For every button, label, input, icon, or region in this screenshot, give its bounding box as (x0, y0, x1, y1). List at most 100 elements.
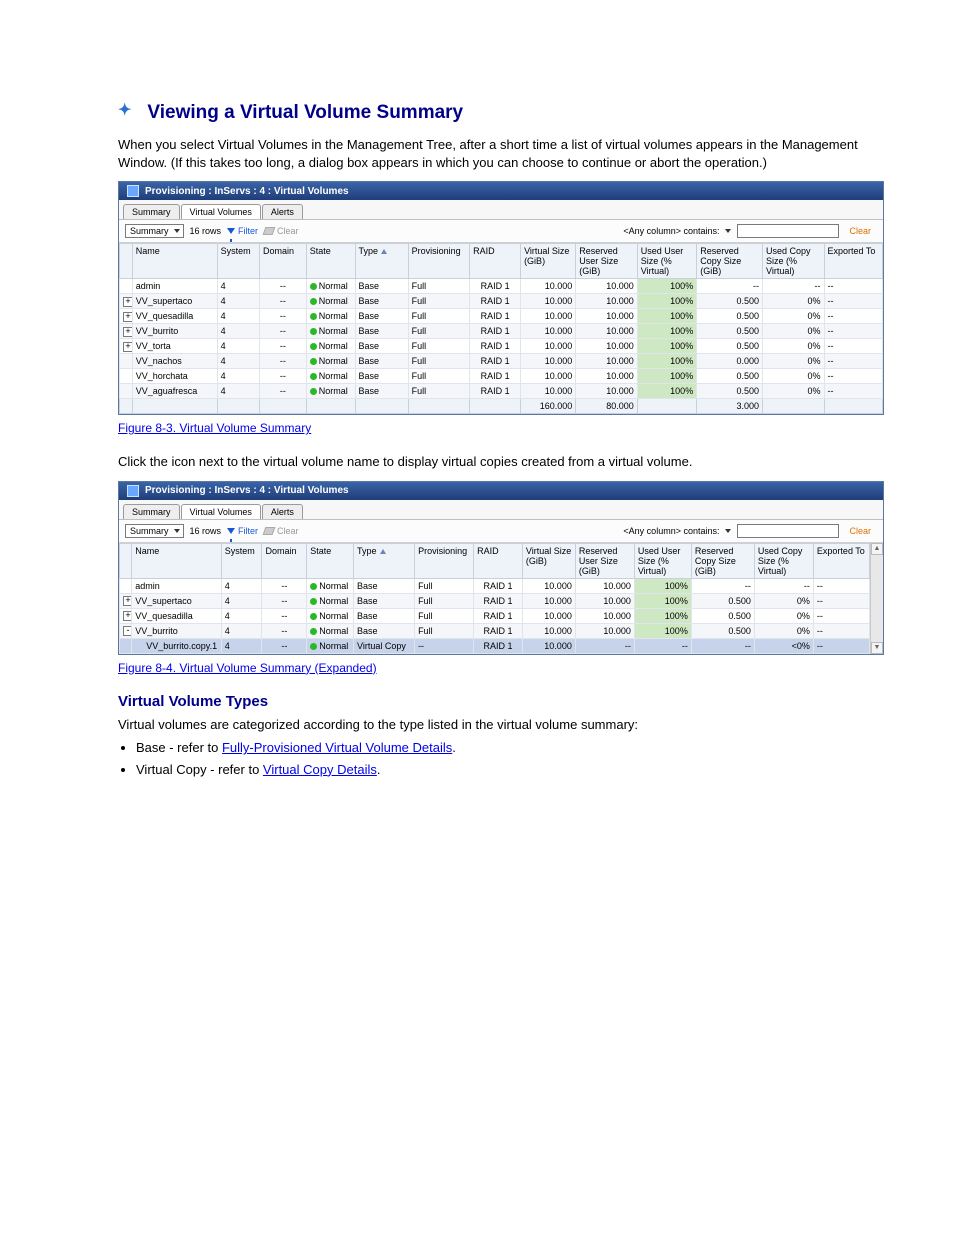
table-row[interactable]: -VV_burrito4--NormalBaseFullRAID 110.000… (120, 623, 870, 638)
status-normal-icon (310, 613, 317, 620)
filter-button[interactable]: Filter (227, 526, 258, 536)
clear-link[interactable]: Clear (843, 226, 877, 236)
eraser-icon (263, 527, 276, 535)
table-row[interactable]: VV_horchata4--NormalBaseFullRAID 110.000… (120, 369, 883, 384)
figure-caption: Figure 8-4. Virtual Volume Summary (Expa… (118, 661, 884, 675)
window-icon (127, 185, 139, 197)
table-row[interactable]: +VV_burrito4--NormalBaseFullRAID 110.000… (120, 324, 883, 339)
expand-icon[interactable]: + (123, 611, 132, 621)
col-header[interactable]: Used Copy Size (% Virtual) (754, 543, 813, 578)
tab-virtual-volumes[interactable]: Virtual Volumes (181, 504, 261, 519)
col-header[interactable]: Virtual Size (GiB) (521, 244, 576, 279)
table-row[interactable]: +VV_quesadilla4--NormalBaseFullRAID 110.… (120, 608, 870, 623)
col-header[interactable]: Virtual Size (GiB) (522, 543, 575, 578)
filter-button[interactable]: Filter (227, 226, 258, 236)
col-header[interactable]: Provisioning (415, 543, 474, 578)
anycol-filter: <Any column> contains: Clear (623, 524, 877, 538)
col-header[interactable]: Name (132, 543, 222, 578)
chevron-down-icon[interactable] (723, 226, 733, 236)
table-row[interactable]: +VV_quesadilla4--NormalBaseFullRAID 110.… (120, 309, 883, 324)
status-normal-icon (310, 358, 317, 365)
toolbar: Summary 16 rows Filter Clear <Any column… (119, 520, 883, 543)
col-header[interactable]: Reserved User Size (GiB) (576, 244, 638, 279)
tab-alerts[interactable]: Alerts (262, 204, 303, 219)
expand-icon[interactable]: + (123, 297, 132, 307)
anycol-filter: <Any column> contains: Clear (623, 224, 877, 238)
col-header[interactable]: Exported To (813, 543, 869, 578)
col-header[interactable]: Exported To (824, 244, 882, 279)
window-title: Provisioning : InServs : 4 : Virtual Vol… (145, 485, 349, 496)
heading-marker-icon: ✦ (118, 100, 131, 120)
funnel-icon (227, 528, 235, 534)
table-row[interactable]: admin4--NormalBaseFullRAID 110.00010.000… (120, 279, 883, 294)
col-header[interactable]: Used User Size (% Virtual) (637, 244, 696, 279)
col-header[interactable]: Reserved User Size (GiB) (575, 543, 634, 578)
doc-link[interactable]: Virtual Copy Details (263, 762, 377, 777)
scroll-down-icon[interactable]: ▼ (871, 642, 883, 654)
doc-link[interactable]: Fully-Provisioned Virtual Volume Details (222, 740, 452, 755)
tab-virtual-volumes[interactable]: Virtual Volumes (181, 204, 261, 219)
col-header[interactable]: Reserved Copy Size (GiB) (697, 244, 763, 279)
status-normal-icon (310, 643, 317, 650)
list-item: Base - refer to Fully-Provisioned Virtua… (136, 739, 884, 757)
screenshot-fig2: Provisioning : InServs : 4 : Virtual Vol… (118, 481, 884, 655)
scroll-up-icon[interactable]: ▲ (871, 543, 883, 555)
table-row[interactable]: VV_burrito.copy.14--NormalVirtual Copy--… (120, 638, 870, 653)
col-header[interactable]: Provisioning (408, 244, 470, 279)
col-header[interactable]: Domain (260, 244, 307, 279)
expand-icon[interactable]: + (123, 327, 132, 337)
table-row[interactable]: VV_aguafresca4--NormalBaseFullRAID 110.0… (120, 384, 883, 399)
clear-link[interactable]: Clear (843, 526, 877, 536)
tab-row: SummaryVirtual VolumesAlerts (119, 200, 883, 220)
expand-icon[interactable]: + (123, 596, 132, 606)
status-normal-icon (310, 343, 317, 350)
window-titlebar: Provisioning : InServs : 4 : Virtual Vol… (119, 482, 883, 500)
vv-table-fig2: NameSystemDomainStateTypeProvisioningRAI… (119, 543, 870, 654)
search-input[interactable] (737, 524, 839, 538)
col-header[interactable]: State (307, 543, 354, 578)
sort-asc-icon (381, 249, 387, 254)
status-normal-icon (310, 328, 317, 335)
view-dropdown[interactable]: Summary (125, 524, 184, 538)
col-header[interactable]: Used Copy Size (% Virtual) (762, 244, 824, 279)
status-normal-icon (310, 373, 317, 380)
col-header[interactable]: State (306, 244, 355, 279)
clear-button[interactable]: Clear (264, 526, 299, 536)
table-row[interactable]: +VV_supertaco4--NormalBaseFullRAID 110.0… (120, 294, 883, 309)
tab-row: SummaryVirtual VolumesAlerts (119, 500, 883, 520)
search-input[interactable] (737, 224, 839, 238)
table-row[interactable]: VV_nachos4--NormalBaseFullRAID 110.00010… (120, 354, 883, 369)
col-header[interactable]: RAID (470, 244, 521, 279)
vertical-scrollbar[interactable]: ▲ ▼ (870, 543, 883, 654)
window-title: Provisioning : InServs : 4 : Virtual Vol… (145, 186, 349, 197)
col-header[interactable]: Domain (262, 543, 307, 578)
section-heading: Virtual Volume Types (118, 693, 884, 710)
col-header[interactable]: RAID (474, 543, 523, 578)
intro-paragraph: When you select Virtual Volumes in the M… (118, 136, 884, 171)
expand-icon[interactable]: + (123, 312, 132, 322)
col-header[interactable]: Used User Size (% Virtual) (634, 543, 691, 578)
col-header[interactable]: System (217, 244, 259, 279)
tab-alerts[interactable]: Alerts (262, 504, 303, 519)
screenshot-fig1: Provisioning : InServs : 4 : Virtual Vol… (118, 181, 884, 415)
sort-asc-icon (380, 549, 386, 554)
collapse-icon[interactable]: - (123, 626, 132, 636)
expand-icon[interactable]: + (123, 342, 132, 352)
clear-button[interactable]: Clear (264, 226, 299, 236)
chevron-down-icon[interactable] (723, 526, 733, 536)
col-header[interactable]: Type (354, 543, 415, 578)
status-normal-icon (310, 298, 317, 305)
figure-caption: Figure 8-3. Virtual Volume Summary (118, 421, 884, 435)
col-header[interactable]: Reserved Copy Size (GiB) (691, 543, 754, 578)
tab-summary[interactable]: Summary (123, 204, 180, 219)
list-item: Virtual Copy - refer to Virtual Copy Det… (136, 761, 884, 779)
table-row[interactable]: admin4--NormalBaseFullRAID 110.00010.000… (120, 578, 870, 593)
col-header[interactable]: Name (132, 244, 217, 279)
col-header[interactable]: Type (355, 244, 408, 279)
tab-summary[interactable]: Summary (123, 504, 180, 519)
table-row[interactable]: +VV_torta4--NormalBaseFullRAID 110.00010… (120, 339, 883, 354)
table-row[interactable]: +VV_supertaco4--NormalBaseFullRAID 110.0… (120, 593, 870, 608)
view-dropdown[interactable]: Summary (125, 224, 184, 238)
toolbar: Summary 16 rows Filter Clear <Any column… (119, 220, 883, 243)
col-header[interactable]: System (221, 543, 262, 578)
